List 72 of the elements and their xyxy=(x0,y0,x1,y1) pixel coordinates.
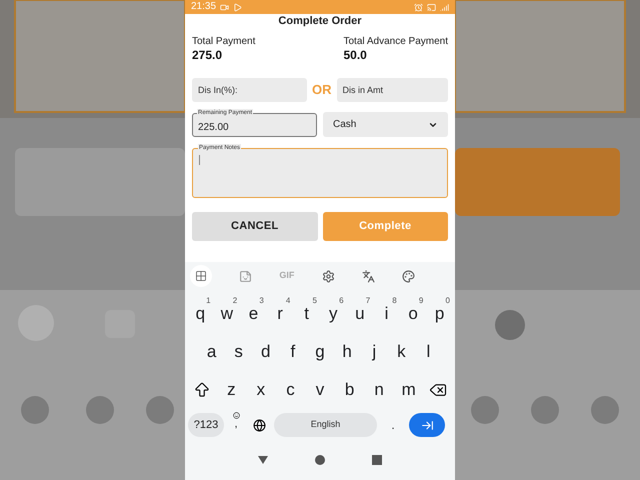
key-hint: 2 xyxy=(232,297,238,305)
or-label: OR xyxy=(311,81,332,100)
keyboard-key[interactable]: e 3 xyxy=(240,296,267,332)
keyboard-key[interactable]: f xyxy=(279,334,306,370)
status-time: 21:35 xyxy=(191,2,216,12)
dialog-title: Complete Order xyxy=(277,14,363,28)
keyboard-key[interactable]: q 1 xyxy=(187,296,214,332)
total-label: Total Payment xyxy=(192,36,256,48)
keyboard-key[interactable]: y 6 xyxy=(320,296,347,332)
keyboard-key[interactable]: h xyxy=(334,334,361,370)
apps-icon[interactable] xyxy=(190,265,212,287)
home-icon[interactable] xyxy=(314,455,325,465)
video-icon xyxy=(220,2,230,12)
key-hint: 5 xyxy=(312,297,317,305)
keyboard-key[interactable]: l xyxy=(414,334,442,370)
keyboard-key[interactable]: c xyxy=(276,372,306,408)
keyboard-key[interactable]: x xyxy=(246,372,276,408)
settings-icon[interactable] xyxy=(322,270,335,282)
palette-icon[interactable] xyxy=(402,270,415,282)
recents-icon[interactable] xyxy=(372,455,382,465)
signal-icon xyxy=(440,2,449,12)
translate-icon[interactable] xyxy=(362,270,375,282)
alarm-icon xyxy=(414,2,423,12)
keyboard-key[interactable]: t 5 xyxy=(293,296,320,332)
enter-key[interactable] xyxy=(409,413,445,437)
total-value: 275.0 xyxy=(192,48,224,62)
total-value: 50.0 xyxy=(343,48,368,62)
key-hint: 0 xyxy=(445,297,450,305)
keyboard-key[interactable]: s xyxy=(225,334,252,370)
key-hint: 8 xyxy=(392,297,397,305)
keyboard-key[interactable]: k xyxy=(388,334,415,370)
total-label: Total Advance Payment xyxy=(343,36,448,48)
emoji-icon xyxy=(232,412,240,419)
cancel-button[interactable]: CANCEL xyxy=(192,212,318,241)
keyboard-key[interactable]: j xyxy=(360,334,388,370)
key-hint: 7 xyxy=(366,297,370,305)
keyboard-key[interactable]: b xyxy=(334,372,364,408)
payment-method-dropdown[interactable]: Cash xyxy=(323,112,448,137)
key-hint: 6 xyxy=(339,297,344,305)
sticker-icon[interactable] xyxy=(239,270,252,282)
keyboard-key[interactable]: i 8 xyxy=(373,296,400,332)
back-icon[interactable] xyxy=(258,456,268,464)
keyboard-key[interactable]: g xyxy=(306,334,334,370)
key-hint: 4 xyxy=(286,297,290,305)
key-hint: 3 xyxy=(259,297,264,305)
discount-amount-field[interactable]: Dis in Amt xyxy=(336,78,448,102)
keyboard-key[interactable]: u 7 xyxy=(346,296,374,332)
text-cursor xyxy=(199,155,200,165)
space-bar[interactable]: English xyxy=(274,413,377,437)
keyboard-key[interactable]: v xyxy=(305,372,335,408)
globe-icon xyxy=(252,418,266,432)
play-icon xyxy=(233,2,242,12)
keyboard-key[interactable]: p 0 xyxy=(426,296,453,332)
keyboard-key[interactable]: o 9 xyxy=(400,296,426,332)
field-value: 225.00 xyxy=(198,122,229,134)
keyboard-key[interactable]: a xyxy=(198,334,226,370)
keyboard-key[interactable]: r 4 xyxy=(266,296,294,332)
shift-icon xyxy=(192,381,211,399)
comma-key[interactable]: , xyxy=(228,412,244,438)
keyboard-key[interactable]: z xyxy=(216,372,246,408)
symbols-key[interactable]: ?123 xyxy=(188,413,224,437)
keyboard-key[interactable]: n xyxy=(364,372,394,408)
keyboard-key[interactable]: m xyxy=(394,372,424,408)
key-hint: 9 xyxy=(418,297,424,305)
cast-icon xyxy=(427,2,436,12)
tab-arrow-icon xyxy=(420,418,434,432)
discount-percent-field[interactable]: Dis In(%): xyxy=(192,78,307,102)
period-key[interactable]: . xyxy=(381,413,405,437)
keyboard-key[interactable]: d xyxy=(252,334,280,370)
keyboard-key[interactable]: w 2 xyxy=(214,296,240,332)
key-hint: 1 xyxy=(206,297,211,305)
backspace-icon xyxy=(429,381,448,399)
